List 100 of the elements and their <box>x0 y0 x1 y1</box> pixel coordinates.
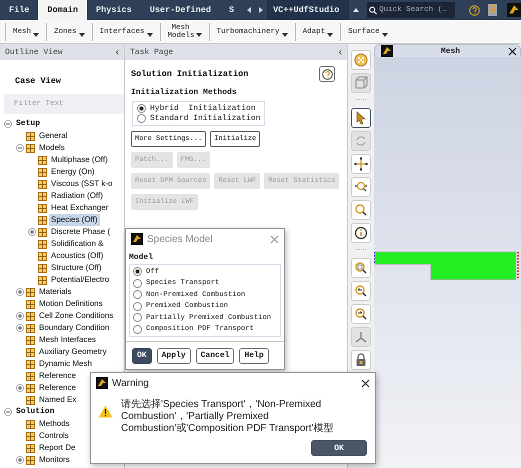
axes-icon <box>354 330 368 344</box>
group-label: Model <box>129 253 154 262</box>
grid-icon <box>26 288 35 296</box>
section-title: Case View <box>14 75 62 88</box>
help-button[interactable] <box>319 66 335 82</box>
tree-item[interactable]: Solution <box>14 406 56 418</box>
radio-option[interactable]: Hybrid Initialization <box>137 104 260 113</box>
plus-circle-icon[interactable] <box>16 288 24 296</box>
tree-item[interactable]: Materials <box>37 286 74 298</box>
grid-icon <box>26 300 35 308</box>
tree-item[interactable]: Species (Off) <box>49 214 100 226</box>
caret-icon <box>196 32 202 36</box>
tree-item[interactable]: Dynamic Mesh <box>37 358 94 370</box>
tree-item[interactable]: Potential/Electro <box>49 274 112 286</box>
grid-icon <box>26 444 35 452</box>
tree-item[interactable]: Controls <box>37 430 71 442</box>
tree-item[interactable]: General <box>37 130 70 142</box>
dialog-button[interactable]: Cancel <box>196 348 234 364</box>
grid-icon <box>26 456 35 464</box>
ribbon-tab[interactable]: VC++UdfStudio <box>267 0 350 20</box>
page-heading: Solution Initialization <box>131 69 248 79</box>
plus-circle-icon[interactable] <box>28 228 36 236</box>
grid-icon <box>38 192 47 200</box>
scroll-arrows-icon[interactable] <box>247 7 264 13</box>
tree-item[interactable]: Setup <box>14 118 42 130</box>
caret-up-icon[interactable] <box>353 8 360 12</box>
tree-item[interactable]: Motion Definitions <box>37 298 105 310</box>
collapse-arrow[interactable]: ‹ <box>338 46 342 58</box>
tree-item[interactable]: Report De <box>37 442 78 454</box>
tree-item[interactable]: Discrete Phase ( <box>49 226 112 238</box>
info-icon <box>354 226 368 240</box>
grid-icon <box>26 420 35 428</box>
tree-item[interactable]: Viscous (SST k-o <box>49 178 115 190</box>
grid-icon <box>26 372 35 380</box>
close-icon <box>270 234 279 244</box>
grid-icon <box>38 228 47 236</box>
help-icon <box>322 68 332 80</box>
tree-item[interactable]: Radiation (Off) <box>49 190 105 202</box>
help-icon[interactable] <box>469 4 480 16</box>
ribbon-tab[interactable]: S <box>220 0 244 20</box>
magnifier-icon <box>354 180 368 194</box>
minus-circle-icon[interactable] <box>4 120 12 128</box>
tree-item[interactable]: Reference <box>37 370 78 382</box>
plus-circle-icon[interactable] <box>16 312 24 320</box>
tree-item[interactable]: Auxiliary Geometry <box>37 346 109 358</box>
graphics-tab[interactable]: Mesh <box>374 44 521 57</box>
cube-icon <box>354 76 368 90</box>
group-label: Initialization Methods <box>131 88 238 97</box>
tree-item[interactable]: Multiphase (Off) <box>49 154 110 166</box>
radio-option[interactable]: Standard Initialization <box>137 114 260 123</box>
panel-title: Task Page <box>130 48 174 56</box>
warning-message: 请先选择'Species Transport'，'Non-Premixed Combustion'，'Partially Premixed Combustion'或'Composition PDF Transport'模型 <box>121 399 334 436</box>
caret-icon <box>146 32 153 36</box>
tree-item[interactable]: Structure (Off) <box>49 262 104 274</box>
tree-item[interactable]: Energy (On) <box>49 166 97 178</box>
ok-button[interactable]: OK <box>311 440 367 456</box>
tree-item[interactable]: Monitors <box>37 454 72 466</box>
tree-item[interactable]: Mesh Interfaces <box>37 334 98 346</box>
logo-icon <box>507 3 521 17</box>
magnifier-icon <box>354 261 368 275</box>
close-button[interactable] <box>361 378 370 388</box>
dotted-circle-icon <box>354 53 368 67</box>
tree-item[interactable]: Models <box>37 142 67 154</box>
dialog-button[interactable]: Apply <box>156 348 191 364</box>
tree-item[interactable]: Named Ex <box>37 394 78 406</box>
ribbon-tab[interactable]: Physics <box>87 0 141 20</box>
tree-item[interactable]: Methods <box>37 418 72 430</box>
grid-icon <box>26 132 35 140</box>
close-button[interactable] <box>508 46 517 56</box>
minus-circle-icon[interactable] <box>16 144 24 152</box>
tree-item[interactable]: Heat Exchanger <box>49 202 110 214</box>
logo-icon <box>96 377 108 389</box>
tree-item[interactable]: Acoustics (Off) <box>49 250 106 262</box>
tree-item[interactable]: Cell Zone Conditions <box>37 310 116 322</box>
plus-circle-icon[interactable] <box>16 384 24 392</box>
caret-icon <box>33 32 40 36</box>
search-icon <box>369 6 378 14</box>
rotate-icon <box>354 134 368 148</box>
dialog-button[interactable]: OK <box>132 348 152 364</box>
grid-icon <box>38 204 47 212</box>
collapse-arrow[interactable]: ‹ <box>116 46 119 58</box>
tree-item[interactable]: Reference <box>37 382 78 394</box>
dialog-title: Species Model <box>147 234 214 244</box>
caret-icon <box>327 32 334 36</box>
ribbon-tab[interactable]: Domain <box>38 0 88 20</box>
magnifier-icon <box>354 284 368 298</box>
tree-item[interactable]: Solidification & <box>49 238 106 250</box>
toolbar-button[interactable] <box>351 108 371 128</box>
ribbon-tab[interactable]: File <box>0 0 38 20</box>
tree-item[interactable]: Boundary Condition <box>37 322 112 334</box>
dialog-button[interactable]: Help <box>239 348 269 364</box>
plus-circle-icon[interactable] <box>16 456 24 464</box>
minus-circle-icon[interactable] <box>4 408 12 416</box>
grid-icon <box>26 144 35 152</box>
ribbon-tab[interactable]: User-Defined <box>140 0 220 20</box>
grid-icon <box>38 240 47 248</box>
grid-icon <box>26 336 35 344</box>
grid-icon <box>26 348 35 356</box>
logo-icon <box>131 233 143 245</box>
plus-circle-icon[interactable] <box>16 324 24 332</box>
